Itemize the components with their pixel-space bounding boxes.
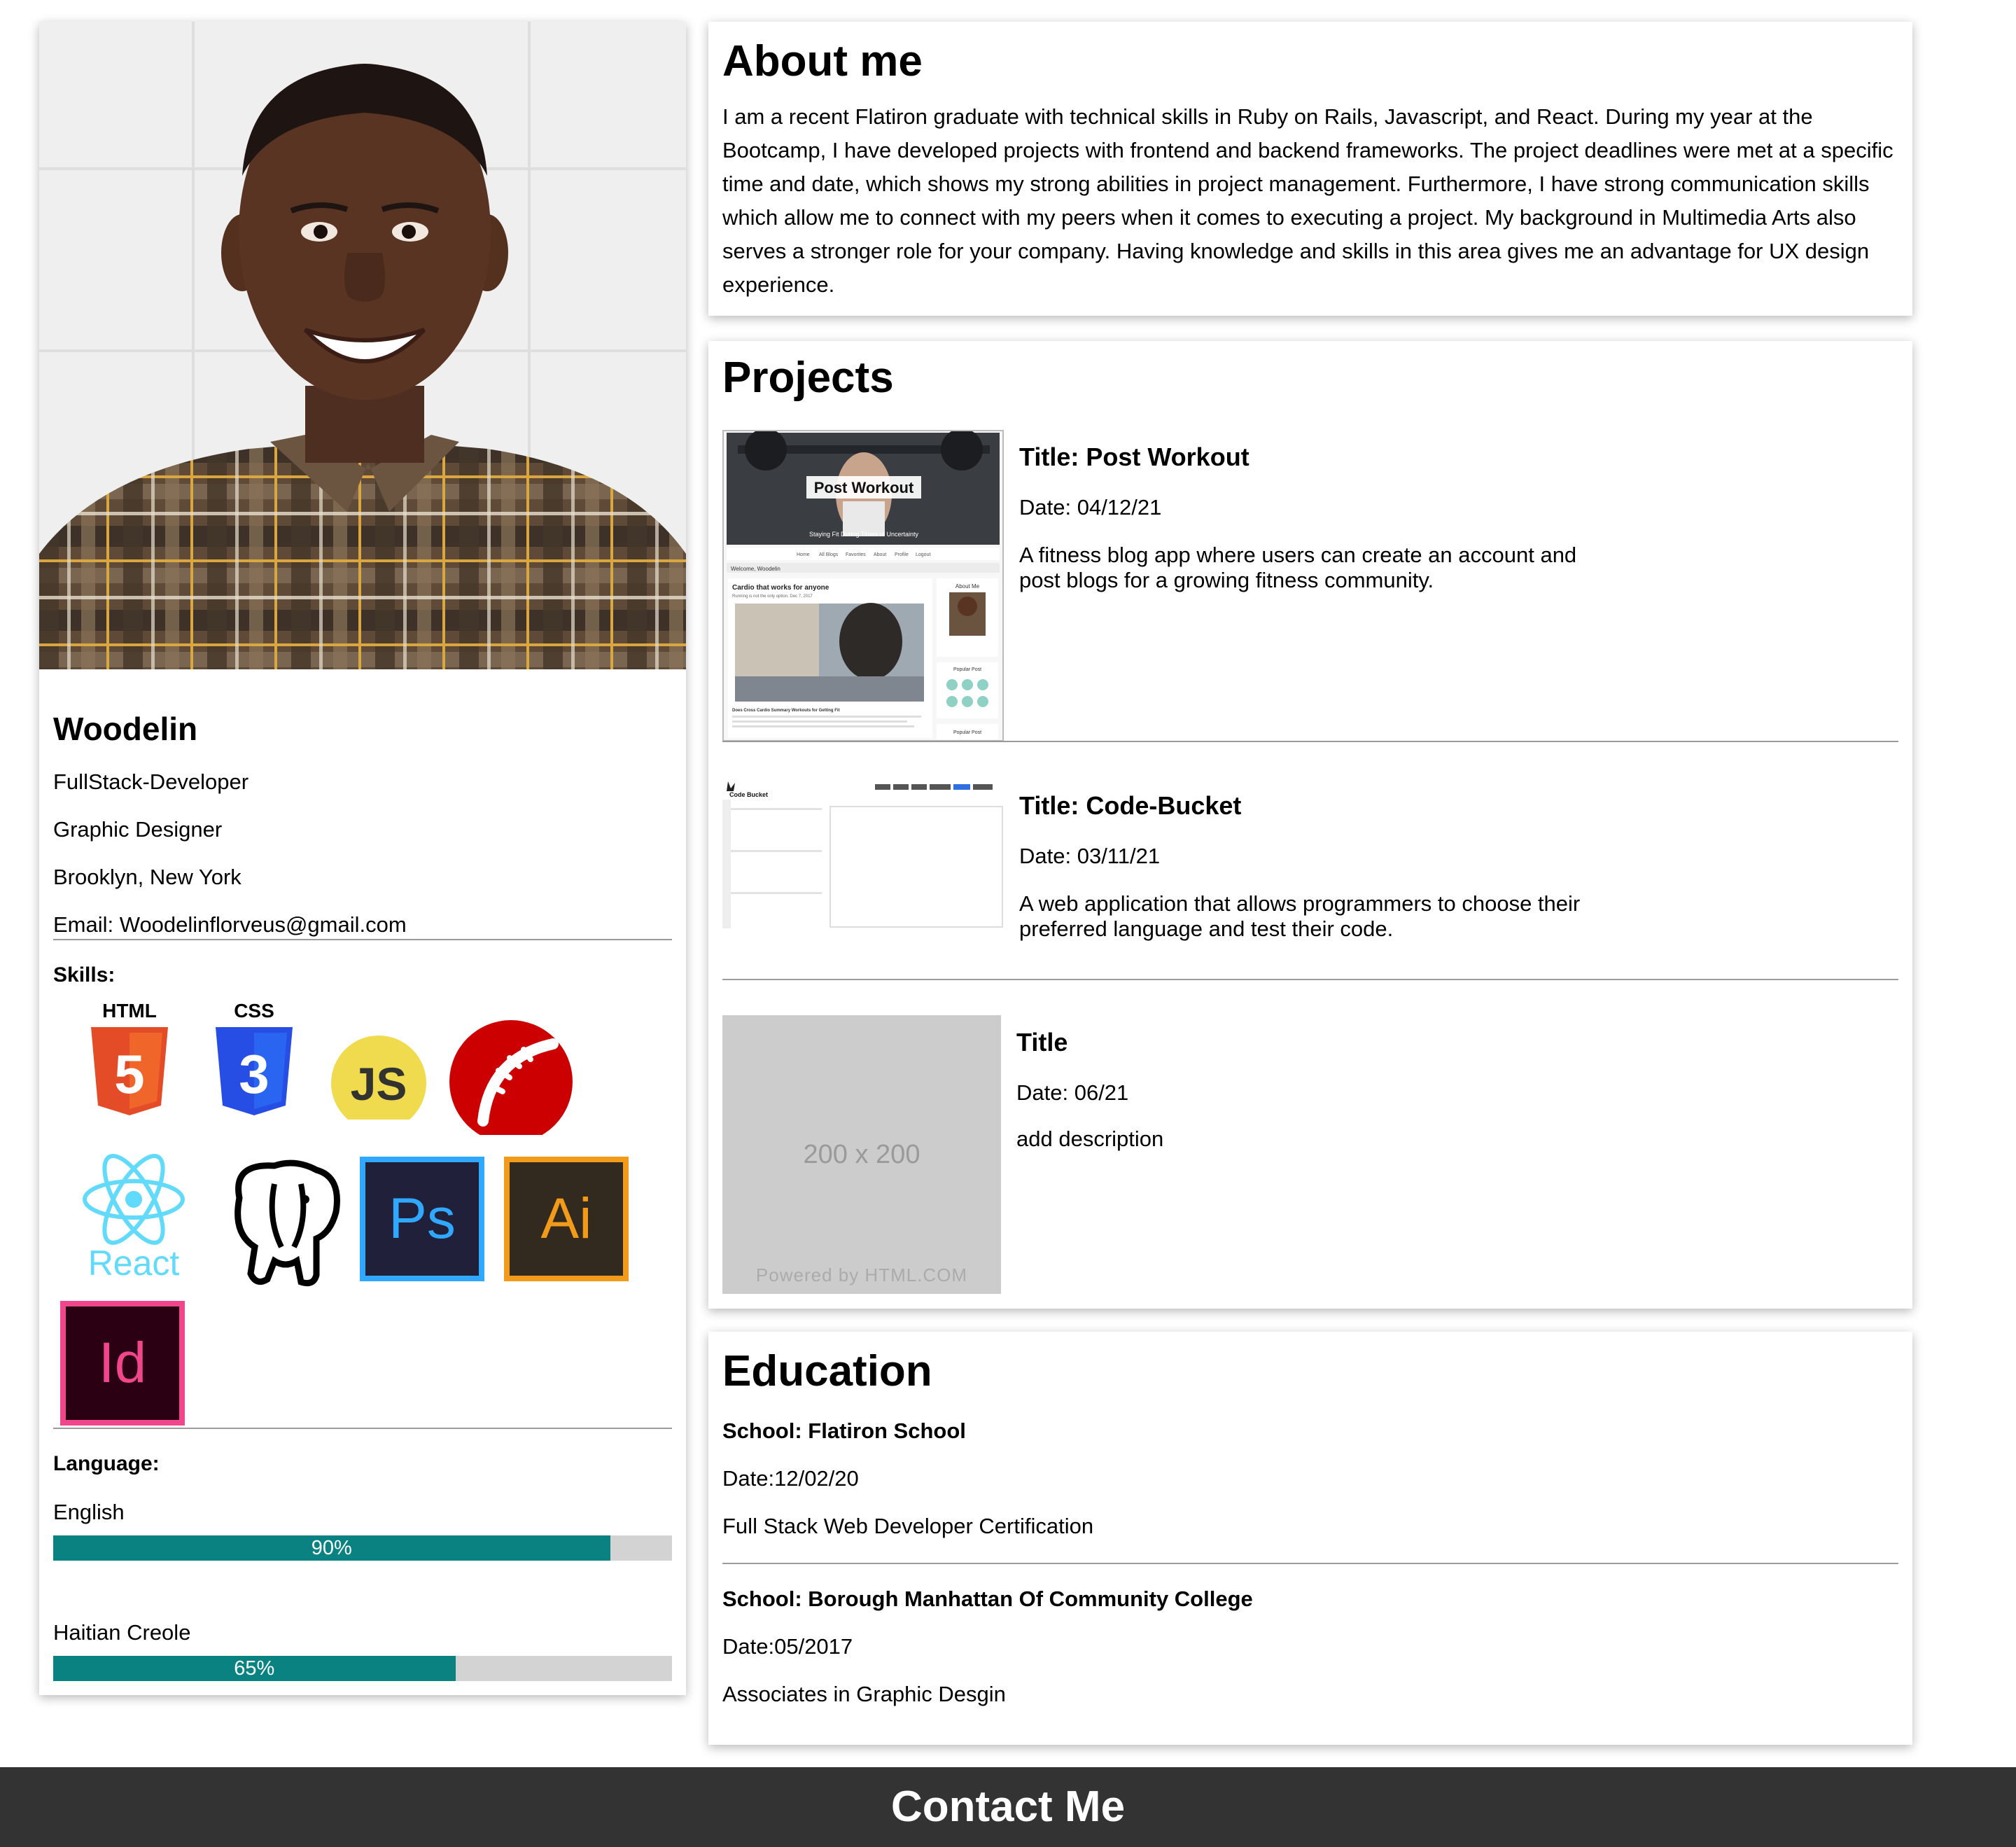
- project-divider: [722, 741, 1898, 742]
- svg-text:HTML: HTML: [102, 1000, 157, 1022]
- svg-text:Id: Id: [99, 1331, 146, 1395]
- education-card: Education School: Flatiron School Date:1…: [708, 1332, 1912, 1745]
- svg-text:All Blogs: All Blogs: [819, 552, 839, 557]
- education-divider: [722, 1563, 1898, 1564]
- project-description: add description: [1016, 1127, 1164, 1151]
- svg-text:Code Bucket: Code Bucket: [729, 791, 768, 798]
- svg-text:5: 5: [114, 1043, 144, 1105]
- svg-text:3: 3: [239, 1043, 269, 1105]
- svg-text:About Me: About Me: [955, 583, 980, 590]
- javascript-icon: JS: [316, 995, 441, 1131]
- illustrator-icon: Ai: [504, 1157, 629, 1281]
- language-progress-bar: 90%: [53, 1535, 672, 1561]
- profile-divider: [53, 939, 672, 940]
- css3-icon: CSS 3: [192, 995, 316, 1120]
- project-title: Title: [1016, 1028, 1068, 1057]
- profile-card: Woodelin FullStack-Developer Graphic Des…: [39, 22, 686, 1695]
- profile-photo: [39, 22, 686, 669]
- svg-text:About: About: [874, 552, 886, 557]
- svg-text:Home: Home: [797, 552, 810, 557]
- project-date: Date: 04/12/21: [1019, 495, 1162, 520]
- education-school: School: Borough Manhattan Of Community C…: [722, 1587, 1253, 1611]
- svg-text:Popular Post: Popular Post: [953, 730, 981, 735]
- postgresql-icon: [218, 1156, 346, 1289]
- svg-text:Ps: Ps: [388, 1187, 456, 1250]
- svg-text:Favorites: Favorites: [846, 552, 866, 557]
- skills-label: Skills:: [53, 963, 115, 987]
- svg-text:Ai: Ai: [541, 1187, 592, 1250]
- projects-heading: Projects: [722, 354, 894, 402]
- profile-role-fullstack: FullStack-Developer: [53, 769, 249, 794]
- svg-text:Running is not the only option: Running is not the only option. Dec 7, 2…: [732, 594, 813, 599]
- project-divider: [722, 979, 1898, 980]
- education-credential: Associates in Graphic Desgin: [722, 1682, 1006, 1706]
- language-label: Language:: [53, 1452, 160, 1475]
- svg-text:Welcome, Woodelin: Welcome, Woodelin: [731, 566, 780, 572]
- svg-text:React: React: [88, 1243, 180, 1279]
- project-date: Date: 06/21: [1016, 1080, 1129, 1105]
- about-card: About me I am a recent Flatiron graduate…: [708, 22, 1912, 316]
- education-heading: Education: [722, 1347, 932, 1395]
- svg-text:Staying Fit During Times of Un: Staying Fit During Times of Uncertainty: [809, 531, 919, 538]
- svg-text:JS: JS: [351, 1058, 407, 1110]
- project-thumbnail[interactable]: Post Workout Staying Fit During Times of…: [722, 430, 1004, 741]
- placeholder-powered-text: Powered by HTML.COM: [755, 1264, 968, 1285]
- language-progress-fill: 65%: [53, 1656, 456, 1681]
- placeholder-size-text: 200 x 200: [803, 1140, 920, 1169]
- project-thumbnail-placeholder[interactable]: 200 x 200 Powered by HTML.COM: [722, 1015, 1001, 1294]
- photoshop-icon: Ps: [360, 1157, 484, 1281]
- education-credential: Full Stack Web Developer Certification: [722, 1514, 1094, 1538]
- project-thumbnail[interactable]: Code Bucket: [722, 779, 1004, 933]
- education-date: Date:12/02/20: [722, 1466, 859, 1491]
- profile-role-designer: Graphic Designer: [53, 817, 223, 842]
- project-date: Date: 03/11/21: [1019, 844, 1161, 868]
- profile-email: Email: Woodelinflorveus@gmail.com: [53, 912, 407, 937]
- html5-icon: HTML 5: [67, 995, 192, 1120]
- projects-card: Projects Post Workout Staying Fit During…: [708, 341, 1912, 1309]
- svg-text:Does Cross Cardio Summary Work: Does Cross Cardio Summary Workouts for G…: [732, 709, 840, 713]
- react-icon: React: [67, 1139, 200, 1283]
- contact-me-footer[interactable]: Contact Me: [0, 1767, 2016, 1847]
- profile-name: Woodelin: [53, 711, 198, 747]
- language-progress-fill: 90%: [53, 1535, 610, 1561]
- svg-text:Popular Post: Popular Post: [953, 667, 981, 672]
- svg-text:Post Workout: Post Workout: [814, 479, 914, 496]
- project-description: A fitness blog app where users can creat…: [1019, 543, 1577, 592]
- education-school: School: Flatiron School: [722, 1419, 966, 1443]
- rails-icon: [441, 995, 581, 1143]
- svg-text:Logout: Logout: [916, 552, 930, 557]
- indesign-icon: Id: [60, 1301, 185, 1426]
- about-heading: About me: [722, 37, 923, 85]
- about-text: I am a recent Flatiron graduate with tec…: [722, 104, 1893, 297]
- svg-text:Cardio that works for anyone: Cardio that works for anyone: [732, 584, 830, 592]
- svg-text:Profile: Profile: [895, 552, 909, 557]
- education-date: Date:05/2017: [722, 1634, 853, 1659]
- profile-location: Brooklyn, New York: [53, 865, 241, 889]
- skills-divider: [53, 1428, 672, 1429]
- language-name: Haitian Creole: [53, 1620, 191, 1645]
- project-description: A web application that allows programmer…: [1019, 891, 1581, 941]
- svg-text:CSS: CSS: [234, 1000, 274, 1022]
- language-name: English: [53, 1500, 125, 1524]
- language-progress-bar: 65%: [53, 1656, 672, 1681]
- project-title: Title: Code-Bucket: [1019, 791, 1242, 820]
- project-title: Title: Post Workout: [1019, 442, 1250, 471]
